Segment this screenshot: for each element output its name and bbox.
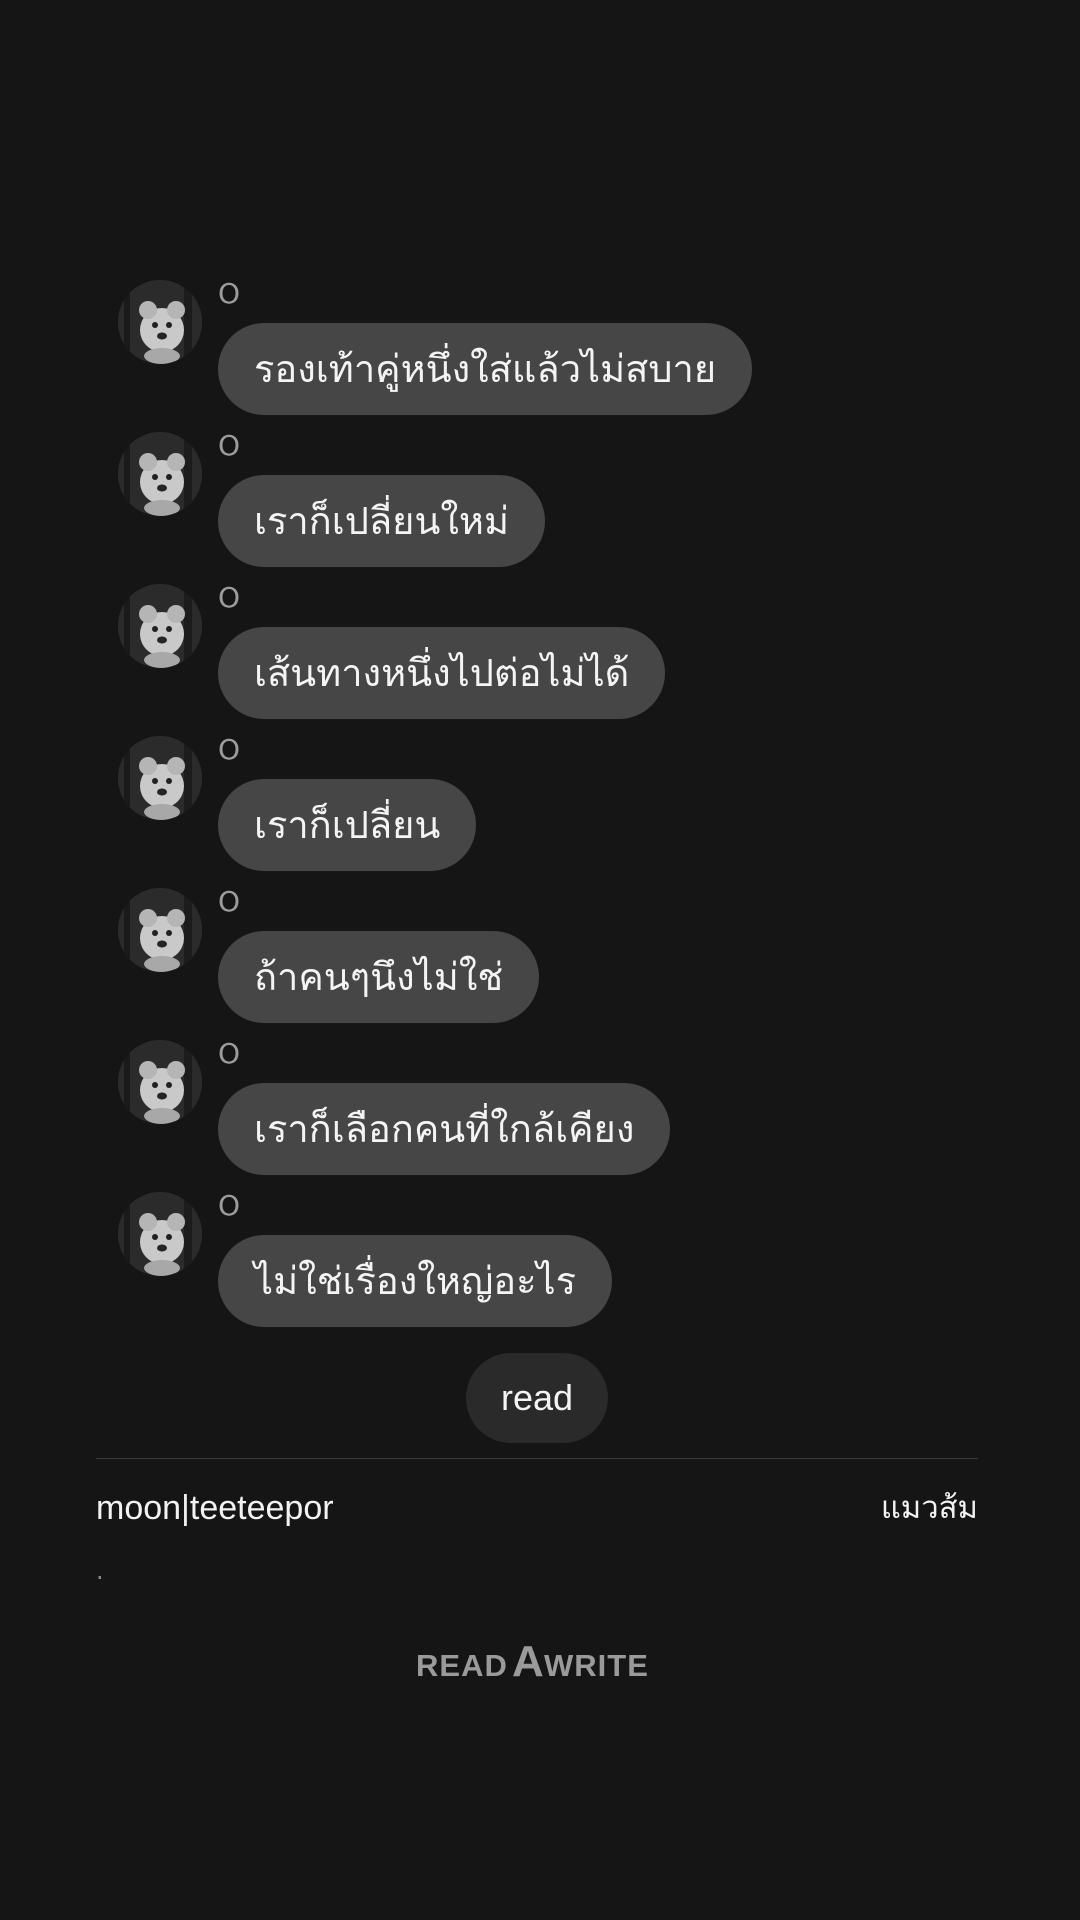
story-category[interactable]: แมวส้ม: [881, 1488, 978, 1528]
message-bubble[interactable]: ไม่ใช่เรื่องใหญ่อะไร: [218, 1235, 613, 1327]
logo-read-text: READ: [416, 1648, 508, 1682]
sender-name: O: [218, 1189, 241, 1222]
dog-avatar-icon: [118, 584, 202, 668]
message-bubble[interactable]: รองเท้าคู่หนึ่งใส่แล้วไม่สบาย: [218, 323, 753, 415]
chat-message: O เราก็เปลี่ยน: [118, 734, 978, 886]
sender-avatar[interactable]: [118, 736, 202, 820]
sender-name: O: [218, 733, 241, 766]
dog-avatar-icon: [118, 1040, 202, 1124]
chat-message: O เราก็เลือกคนที่ใกล้เคียง: [118, 1038, 978, 1190]
sender-avatar[interactable]: [118, 280, 202, 364]
sender-avatar[interactable]: [118, 1192, 202, 1276]
logo-write-text: WRITE: [544, 1648, 649, 1682]
chat-message: O ไม่ใช่เรื่องใหญ่อะไร: [118, 1190, 978, 1342]
dog-avatar-icon: [118, 736, 202, 820]
dog-avatar-icon: [118, 888, 202, 972]
sender-name: O: [218, 581, 241, 614]
message-bubble[interactable]: เส้นทางหนึ่งไปต่อไม่ได้: [218, 627, 666, 719]
message-bubble[interactable]: เราก็เปลี่ยน: [218, 779, 477, 871]
sender-avatar[interactable]: [118, 432, 202, 516]
read-button[interactable]: read: [466, 1353, 608, 1443]
sender-avatar[interactable]: [118, 1040, 202, 1124]
message-bubble[interactable]: ถ้าคนๆนึงไม่ใช่: [218, 931, 540, 1023]
message-bubble[interactable]: เราก็เลือกคนที่ใกล้เคียง: [218, 1083, 671, 1175]
author-name[interactable]: moon|teeteepor: [96, 1488, 334, 1528]
chat-thread: O รองเท้าคู่หนึ่งใส่แล้วไม่สบาย O เราก็เ…: [118, 278, 978, 1342]
sender-name: O: [218, 429, 241, 462]
footer-divider: [96, 1458, 978, 1459]
sender-avatar[interactable]: [118, 584, 202, 668]
message-bubble[interactable]: เราก็เปลี่ยนใหม่: [218, 475, 546, 567]
chat-message: O ถ้าคนๆนึงไม่ใช่: [118, 886, 978, 1038]
readawrite-logo[interactable]: READ A WRITE: [416, 1632, 664, 1682]
chat-message: O เส้นทางหนึ่งไปต่อไม่ได้: [118, 582, 978, 734]
sender-name: O: [218, 277, 241, 310]
dog-avatar-icon: [118, 432, 202, 516]
chat-message: O รองเท้าคู่หนึ่งใส่แล้วไม่สบาย: [118, 278, 978, 430]
sender-name: O: [218, 885, 241, 918]
footer-dot: .: [96, 1557, 104, 1585]
dog-avatar-icon: [118, 1192, 202, 1276]
sender-avatar[interactable]: [118, 888, 202, 972]
dog-avatar-icon: [118, 280, 202, 364]
logo-a-text: A: [512, 1637, 544, 1682]
sender-name: O: [218, 1037, 241, 1070]
chat-message: O เราก็เปลี่ยนใหม่: [118, 430, 978, 582]
